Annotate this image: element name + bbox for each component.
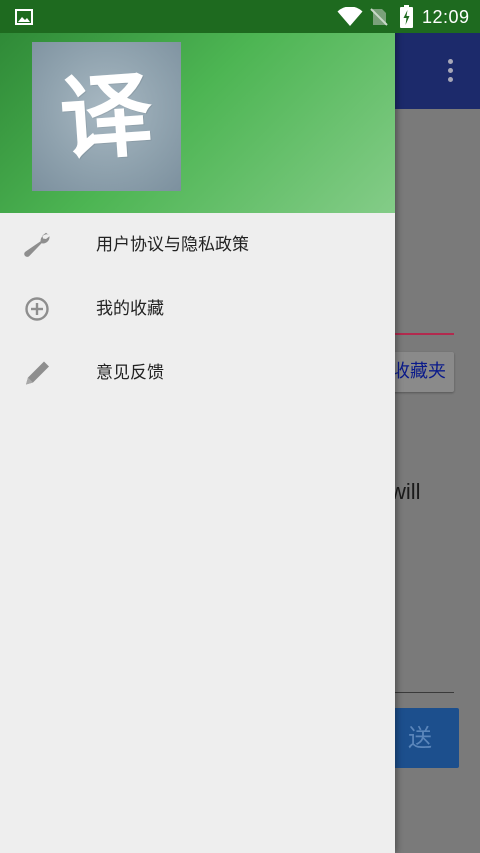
wrench-icon (24, 232, 50, 257)
logo-glyph: 译 (56, 59, 157, 174)
wifi-icon (337, 7, 363, 26)
drawer-menu: 用户协议与隐私政策 我的收藏 意见反馈 (0, 213, 395, 405)
menu-label: 我的收藏 (96, 299, 164, 319)
menu-item-my-favorites[interactable]: 我的收藏 (0, 277, 395, 341)
battery-charging-icon (400, 5, 413, 28)
navigation-drawer: 译 用户协议与隐私政策 我的收藏 意见反馈 (0, 0, 395, 853)
add-circle-icon (25, 297, 49, 321)
gallery-icon (15, 9, 33, 25)
overflow-menu-icon[interactable] (448, 59, 454, 83)
menu-label: 意见反馈 (96, 363, 164, 383)
translation-text: will (395, 479, 421, 504)
output-underline (395, 692, 454, 693)
favorites-button[interactable]: 收藏夹 (395, 352, 454, 392)
menu-label: 用户协议与隐私政策 (96, 235, 249, 255)
no-sim-icon (370, 8, 388, 26)
status-time: 12:09 (422, 7, 470, 27)
input-underline (395, 333, 454, 335)
send-button[interactable]: 送 (395, 708, 459, 768)
menu-item-feedback[interactable]: 意见反馈 (0, 341, 395, 405)
pencil-icon (26, 361, 49, 385)
status-bar: 12:09 (0, 0, 480, 33)
drawer-header: 译 (0, 33, 395, 213)
menu-item-privacy-policy[interactable]: 用户协议与隐私政策 (0, 213, 395, 277)
app-logo: 译 (32, 42, 181, 191)
app-toolbar (395, 33, 480, 109)
background-app: 收藏夹 will 送 (395, 33, 480, 853)
